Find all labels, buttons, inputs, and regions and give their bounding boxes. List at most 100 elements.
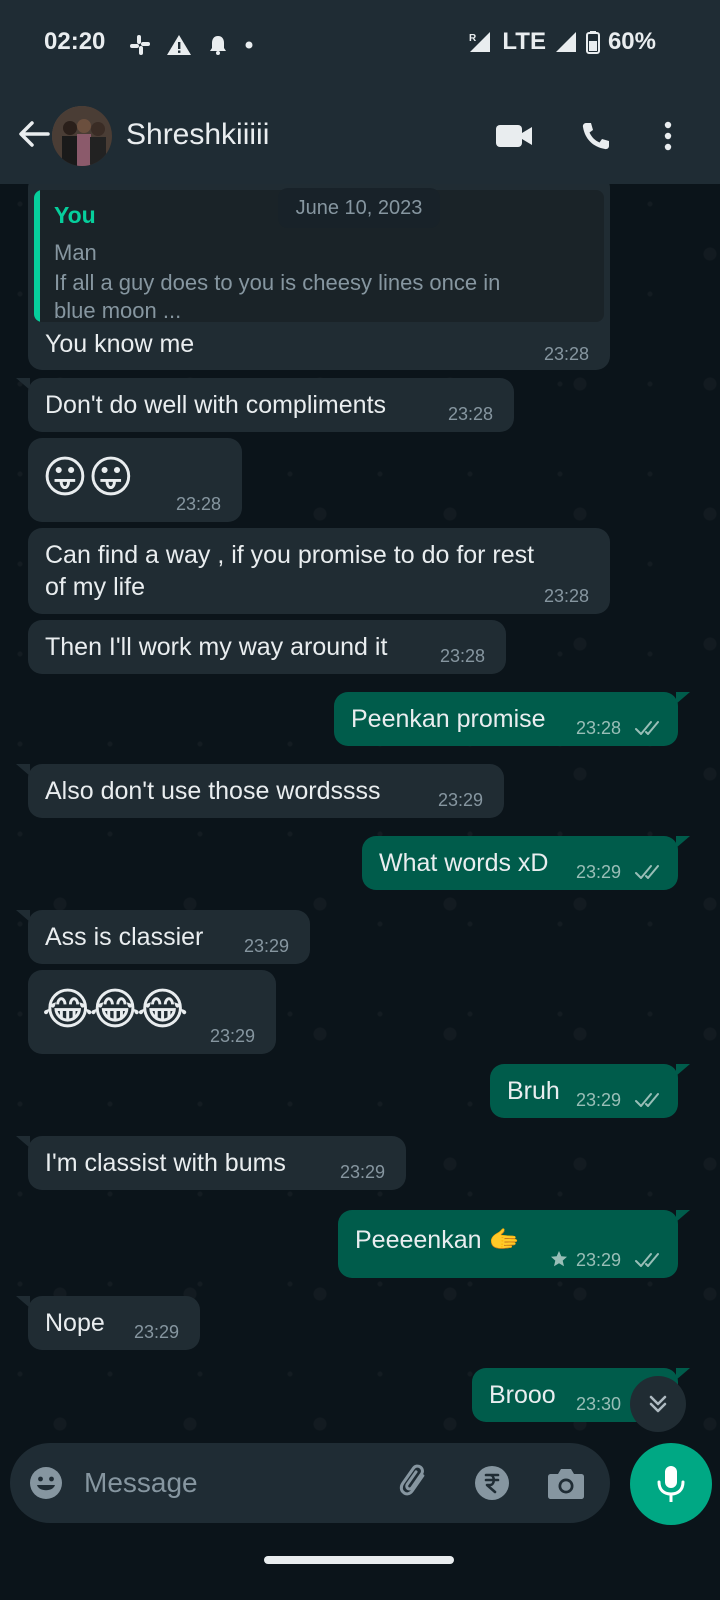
double-chevron-down-icon — [649, 1395, 667, 1413]
message-time: 23:29 — [576, 862, 622, 882]
status-time: 02:20 — [44, 28, 106, 55]
message-text: Then I'll work my way around it — [45, 633, 388, 661]
message-time: 23:29 — [134, 1322, 180, 1342]
message-time: 23:29 — [576, 1250, 622, 1270]
quote-author: You — [54, 202, 96, 228]
message-time: 23:29 — [210, 1026, 256, 1046]
emoji-icon — [30, 1467, 62, 1499]
message-bubble-incoming[interactable]: 😛😛 23:28 — [28, 438, 242, 522]
message-time: 23:29 — [340, 1162, 386, 1182]
message-text: Peenkan promise — [351, 705, 546, 733]
message-bubble-outgoing[interactable]: Peenkan promise 23:28 — [334, 692, 678, 746]
message-bubble-outgoing[interactable]: Bruh 23:29 — [490, 1064, 678, 1118]
message-time: 23:28 — [576, 718, 622, 738]
bubble-tail — [676, 1368, 690, 1380]
payment-button[interactable] — [472, 1463, 512, 1503]
dot-icon — [245, 41, 253, 49]
signal-icon — [555, 32, 576, 52]
date-chip: June 10, 2023 — [278, 188, 440, 228]
message-input[interactable]: Message — [84, 1467, 198, 1499]
message-time: 23:28 — [544, 344, 590, 364]
message-time: 23:28 — [544, 586, 590, 606]
message-bubble-incoming[interactable]: Then I'll work my way around it 23:28 — [28, 620, 506, 674]
star-icon — [551, 1251, 567, 1267]
mic-icon — [657, 1466, 685, 1502]
double-check-icon — [635, 721, 659, 735]
bubble-tail — [676, 1064, 690, 1076]
double-check-icon — [635, 1253, 659, 1267]
scroll-to-bottom-button[interactable] — [630, 1376, 686, 1432]
svg-text:R: R — [469, 33, 477, 44]
message-bubble-incoming[interactable]: Nope 23:29 — [28, 1296, 200, 1350]
video-call-button[interactable] — [492, 114, 536, 158]
network-type: LTE — [502, 28, 546, 55]
message-text: Also don't use those wordssss — [45, 777, 381, 805]
message-time: 23:30 — [576, 1394, 622, 1414]
attach-button[interactable] — [396, 1463, 436, 1503]
phone-icon — [582, 123, 609, 150]
more-vert-icon — [664, 121, 672, 151]
bubble-tail — [16, 764, 30, 776]
back-button[interactable] — [14, 114, 54, 154]
double-check-icon — [635, 865, 659, 879]
attach-icon — [399, 1464, 425, 1496]
message-bubble-incoming[interactable]: Also don't use those wordssss 23:29 — [28, 764, 504, 818]
warning-icon — [167, 35, 191, 55]
bell-snooze-icon — [210, 36, 226, 55]
message-time: 23:28 — [176, 494, 222, 514]
message-bubble-outgoing[interactable]: What words xD 23:29 — [362, 836, 678, 890]
message-text: What words xD — [379, 849, 549, 877]
bubble-tail — [676, 692, 690, 704]
more-options-button[interactable] — [646, 114, 690, 158]
status-notification-icons — [128, 30, 254, 60]
message-time: 23:29 — [438, 790, 484, 810]
bubble-tail — [16, 378, 30, 390]
quote-line: If all a guy does to you is cheesy lines… — [54, 270, 501, 295]
message-text: Brooo — [489, 1381, 556, 1409]
message-bubble-incoming[interactable]: 😂😂😂 23:29 — [28, 970, 276, 1054]
camera-button[interactable] — [546, 1463, 586, 1503]
double-check-icon — [635, 1093, 659, 1107]
bubble-tail — [16, 1136, 30, 1148]
camera-icon — [548, 1469, 584, 1499]
message-bubble-incoming[interactable]: Don't do well with compliments 23:28 — [28, 378, 514, 432]
message-bubble-incoming[interactable]: Ass is classier 23:29 — [28, 910, 310, 964]
video-call-icon — [496, 125, 532, 147]
status-right: R LTE 60% — [468, 28, 656, 56]
signal-roaming-icon: R — [469, 32, 491, 52]
system-nav-bar — [0, 1530, 720, 1600]
voice-message-button[interactable] — [630, 1443, 712, 1525]
message-time: 23:28 — [440, 646, 486, 666]
message-time: 23:29 — [576, 1090, 622, 1110]
message-text: I'm classist with bums — [45, 1149, 286, 1177]
bubble-tail — [16, 1296, 30, 1308]
quote-line: blue moon ... — [54, 298, 182, 322]
message-bubble-outgoing[interactable]: Peeeenkan 🫱 23:29 — [338, 1210, 678, 1278]
message-emoji: 😛😛 — [42, 453, 134, 502]
message-text: Peeeenkan 🫱 — [355, 1226, 520, 1254]
message-composer: Message — [10, 1443, 610, 1523]
slack-icon — [130, 35, 150, 55]
voice-call-button[interactable] — [574, 114, 618, 158]
message-emoji: 😂😂😂 — [42, 985, 188, 1034]
message-time: 23:29 — [244, 936, 290, 956]
bubble-tail — [16, 910, 30, 922]
emoji-button[interactable] — [26, 1463, 66, 1503]
message-text-line: of my life — [45, 573, 146, 601]
avatar-photo — [52, 106, 112, 166]
message-text: Bruh — [507, 1077, 560, 1105]
quote-accent-bar — [34, 190, 40, 322]
battery-icon — [585, 31, 600, 54]
chat-header: Shreshkiiiii — [0, 88, 720, 184]
battery-percent: 60% — [607, 28, 656, 55]
home-gesture-handle[interactable] — [264, 1556, 454, 1564]
quote-line: Man — [54, 240, 97, 265]
contact-name[interactable]: Shreshkiiiii — [126, 118, 269, 152]
status-bar: 02:20 R LTE 60% — [0, 0, 720, 88]
message-text: You know me — [45, 330, 195, 358]
contact-avatar[interactable] — [52, 106, 112, 166]
message-bubble-incoming[interactable]: I'm classist with bums 23:29 — [28, 1136, 406, 1190]
message-list[interactable]: You Man If all a guy does to you is chee… — [0, 184, 720, 1470]
message-text: Nope — [45, 1309, 105, 1337]
message-bubble-incoming[interactable]: Can find a way , if you promise to do fo… — [28, 528, 610, 614]
